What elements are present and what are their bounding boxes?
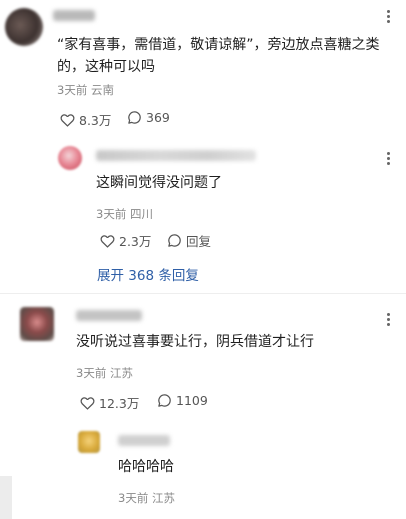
- avatar[interactable]: [20, 307, 54, 341]
- page-edge: [0, 476, 12, 519]
- reply-text: 哈哈哈哈: [118, 459, 174, 475]
- comment-text: “家有喜事，需借道，敬请谅解”，旁边放点喜糖之类的，这种可以吗: [57, 37, 380, 75]
- comment-time: 3天前: [57, 83, 88, 97]
- comment-meta: 3天前 江苏: [76, 365, 133, 381]
- comment-time: 3天前: [76, 366, 107, 380]
- comment-divider: [0, 293, 406, 294]
- heart-outline-icon: [80, 396, 95, 410]
- reply-count-button[interactable]: 369: [127, 110, 170, 125]
- like-count: 8.3万: [79, 113, 112, 128]
- comment-location: 江苏: [109, 366, 133, 380]
- heart-outline-icon: [100, 234, 115, 248]
- comment-location: 云南: [90, 83, 114, 97]
- reply-count: 1109: [176, 393, 208, 408]
- avatar[interactable]: [78, 431, 100, 453]
- reply-meta: 3天前 江苏: [118, 490, 175, 506]
- reply-text: 这瞬间觉得没问题了: [96, 175, 222, 191]
- expand-replies-link[interactable]: 展开 368 条回复: [97, 264, 199, 284]
- like-button[interactable]: 2.3万: [100, 231, 151, 250]
- comment-meta: 3天前 云南: [57, 82, 114, 98]
- like-count: 2.3万: [119, 234, 152, 249]
- reply-count: 369: [146, 110, 170, 125]
- reply-time: 3天前: [96, 207, 127, 221]
- comment-bubble-icon: [158, 394, 171, 407]
- reply-count-button[interactable]: 1109: [157, 393, 208, 408]
- more-vertical-icon[interactable]: [387, 313, 391, 326]
- reply-label: 回复: [186, 234, 212, 249]
- comment-bubble-icon: [168, 234, 181, 247]
- avatar[interactable]: [58, 146, 82, 170]
- reply-time: 3天前: [118, 491, 149, 505]
- reply-button[interactable]: 回复: [167, 231, 211, 250]
- comment-text: 没听说过喜事要让行，阴兵借道才让行: [76, 334, 314, 350]
- more-vertical-icon[interactable]: [387, 152, 391, 165]
- like-button[interactable]: 12.3万: [80, 393, 139, 412]
- comment-bubble-icon: [128, 111, 141, 124]
- reply-location: 江苏: [151, 491, 175, 505]
- reply-location: 四川: [129, 207, 153, 221]
- more-vertical-icon[interactable]: [387, 10, 391, 23]
- like-count: 12.3万: [99, 396, 140, 411]
- username[interactable]: [96, 150, 256, 161]
- reply-meta: 3天前 四川: [96, 206, 153, 222]
- username[interactable]: [118, 435, 170, 446]
- like-button[interactable]: 8.3万: [60, 110, 111, 129]
- avatar[interactable]: [5, 8, 43, 46]
- heart-outline-icon: [60, 113, 75, 127]
- username[interactable]: [76, 310, 142, 321]
- username[interactable]: [53, 10, 95, 21]
